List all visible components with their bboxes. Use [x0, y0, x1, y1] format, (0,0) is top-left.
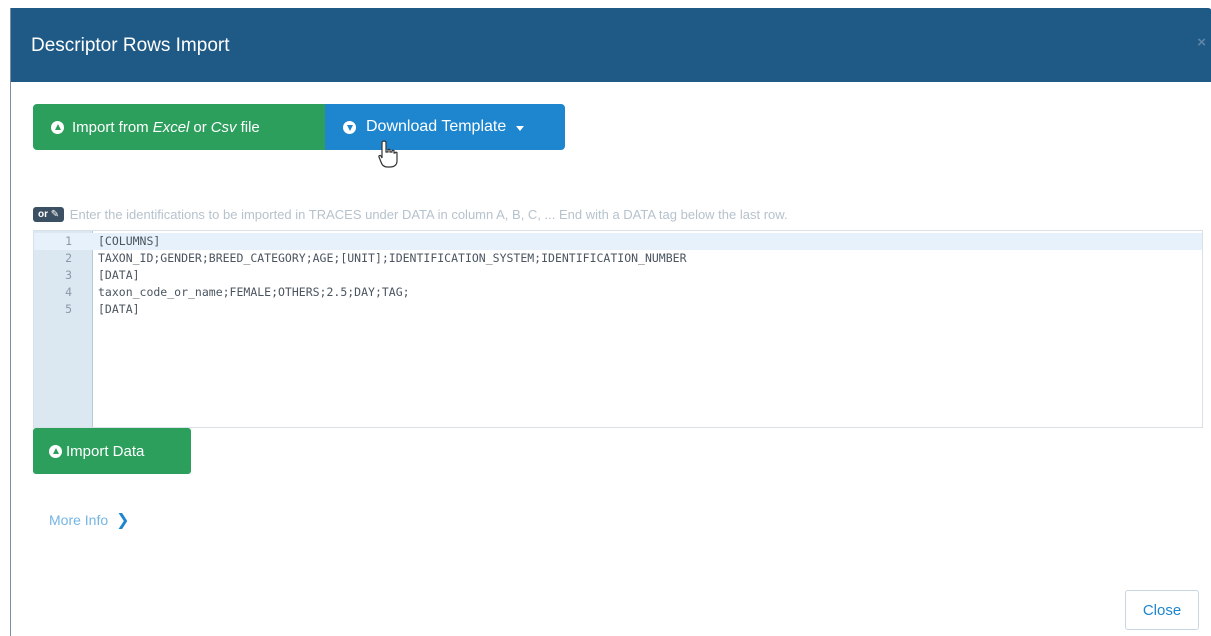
line-number: 1	[65, 234, 72, 248]
import-file-or: or	[193, 118, 207, 136]
dialog-header: Descriptor Rows Import ×	[11, 8, 1211, 82]
line-content: taxon_code_or_name;FEMALE;OTHERS;2.5;DAY…	[98, 285, 410, 299]
chevron-down-icon	[516, 125, 525, 131]
import-from-file-button[interactable]: Import from Excel or Csv file	[33, 104, 325, 150]
import-file-excel: Excel	[152, 118, 190, 136]
import-file-suffix: file	[240, 118, 260, 136]
chevron-right-icon: ❯	[116, 512, 130, 529]
import-data-button[interactable]: Import Data	[33, 428, 191, 474]
hint-text: Enter the identifications to be imported…	[69, 207, 788, 223]
line-number: 3	[65, 268, 72, 282]
more-info-label: More Info	[49, 512, 109, 528]
editor-line[interactable]: 4 taxon_code_or_name;FEMALE;OTHERS;2.5;D…	[34, 284, 1202, 301]
dialog-title: Descriptor Rows Import	[31, 35, 230, 56]
line-content: [COLUMNS]	[98, 234, 161, 248]
line-content: TAXON_ID;GENDER;BREED_CATEGORY;AGE;[UNIT…	[98, 251, 687, 265]
import-data-label: Import Data	[66, 442, 145, 460]
editor-line[interactable]: 5 [DATA]	[34, 301, 1202, 318]
identifications-code-editor[interactable]: 1 [COLUMNS] 2 TAXON_ID;GENDER;BREED_CATE…	[33, 230, 1203, 428]
import-file-csv: Csv	[210, 118, 237, 136]
download-circle-icon	[343, 120, 356, 134]
editor-line[interactable]: 2 TAXON_ID;GENDER;BREED_CATEGORY;AGE;[UN…	[34, 250, 1202, 267]
line-content: [DATA]	[98, 268, 140, 282]
line-content: [DATA]	[98, 302, 140, 316]
editor-line[interactable]: 1 [COLUMNS]	[34, 233, 1202, 250]
descriptor-rows-import-dialog: Descriptor Rows Import × Import from Exc…	[10, 8, 1211, 636]
close-button[interactable]: Close	[1125, 590, 1199, 630]
more-info-link[interactable]: More Info ❯	[49, 510, 130, 530]
download-template-label: Download Template	[366, 118, 507, 135]
upload-circle-icon	[49, 444, 62, 458]
download-template-button[interactable]: Download Template	[325, 104, 565, 150]
edit-mode-badge: or ✎	[33, 207, 65, 223]
close-icon[interactable]: ×	[1197, 34, 1206, 51]
hand-pointer-icon	[378, 140, 398, 168]
line-number: 2	[65, 251, 72, 265]
line-number: 5	[65, 302, 72, 316]
line-number: 4	[65, 285, 72, 299]
import-file-prefix: Import from	[72, 118, 149, 136]
upload-circle-icon	[51, 120, 64, 134]
editor-line[interactable]: 3 [DATA]	[34, 267, 1202, 284]
editor-hint: or ✎ Enter the identifications to be imp…	[33, 206, 1211, 224]
